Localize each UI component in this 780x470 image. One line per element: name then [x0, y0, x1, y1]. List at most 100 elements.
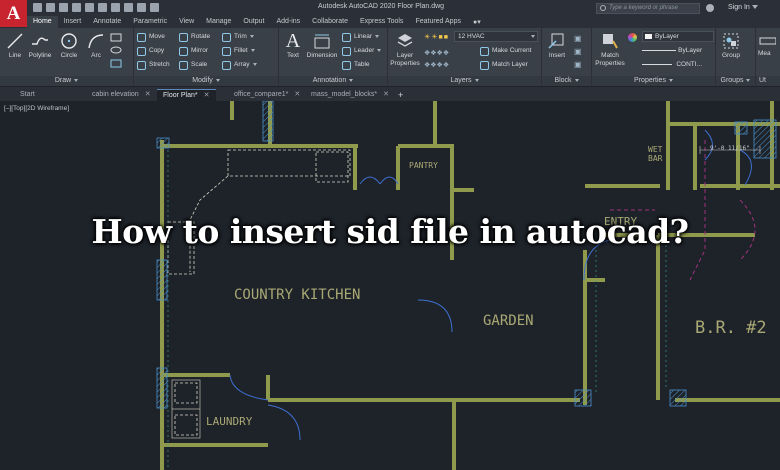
modify-panel-title[interactable]: Modify: [134, 76, 278, 86]
file-tab-office-compare[interactable]: office_compare1* ✕: [228, 89, 306, 101]
annotation-panel-title[interactable]: Annotation: [279, 76, 387, 86]
open-file-icon[interactable]: [46, 3, 55, 12]
file-tab-bar: Start cabin elevation ✕ Floor Plan* ✕ offi…: [0, 87, 780, 101]
save-icon[interactable]: [59, 3, 68, 12]
block-tools-icons[interactable]: ▣ ▣ ▣: [574, 32, 582, 71]
draw-panel: Line Polyline Circle Arc Draw: [0, 28, 134, 86]
close-icon[interactable]: ✕: [204, 92, 210, 99]
dimension-button[interactable]: Dimension: [306, 32, 338, 60]
make-current-button[interactable]: Make Current: [480, 45, 531, 57]
new-file-icon[interactable]: [33, 3, 42, 12]
linetype-dropdown[interactable]: CONTI...: [642, 59, 714, 70]
layer-properties-button[interactable]: Layer Properties: [390, 32, 420, 68]
chevron-down-icon[interactable]: [752, 5, 758, 9]
measure-label: Mea: [758, 50, 771, 57]
file-tab-cabin-elevation[interactable]: cabin elevation ✕: [86, 89, 157, 101]
sign-in-button[interactable]: Sign In: [728, 4, 750, 11]
close-icon[interactable]: ✕: [145, 91, 151, 98]
layer-dropdown[interactable]: 12 HVAC: [454, 31, 538, 42]
utilities-panel-title[interactable]: Ut: [756, 76, 780, 86]
layers-panel-title[interactable]: Layers: [388, 76, 541, 86]
rotate-button[interactable]: Rotate: [179, 31, 210, 43]
lineweight-dropdown[interactable]: ByLayer: [642, 45, 714, 56]
tab-home[interactable]: Home: [27, 16, 58, 28]
scale-button[interactable]: Scale: [179, 59, 207, 71]
draw-small-tools-icons[interactable]: [109, 32, 131, 72]
fillet-button[interactable]: Fillet: [222, 45, 255, 57]
match-properties-label: Match Properties: [595, 52, 625, 67]
groups-panel: Group Groups: [716, 28, 756, 86]
match-layer-button[interactable]: Match Layer: [480, 59, 528, 71]
plot-icon[interactable]: [85, 3, 94, 12]
stretch-button[interactable]: Stretch: [137, 59, 170, 71]
trim-button[interactable]: Trim: [222, 31, 254, 43]
user-icon[interactable]: [706, 4, 714, 12]
drawing-canvas[interactable]: PANTRY WET BAR 9'-0 11/16" ENTRY COUNTRY…: [0, 101, 780, 470]
undo-icon[interactable]: [111, 3, 120, 12]
make-current-icon: [480, 47, 489, 56]
match-properties-button[interactable]: Match Properties: [594, 32, 626, 68]
tab-express-tools[interactable]: Express Tools: [354, 16, 409, 28]
layer-state-icons[interactable]: ☀☀■■: [424, 33, 449, 41]
layer-properties-label: Layer Properties: [390, 52, 420, 67]
linear-button[interactable]: Linear: [342, 31, 380, 43]
print-icon[interactable]: [98, 3, 107, 12]
insert-block-icon: [548, 33, 564, 49]
table-icon: [342, 61, 351, 70]
color-wheel-icon: [628, 33, 637, 42]
room-label-garden: GARDEN: [483, 313, 534, 329]
ribbon: Line Polyline Circle Arc Draw Move Rotat…: [0, 28, 780, 86]
layer-tools-icons[interactable]: ❖❖❖❖ ❖❖❖❖: [424, 48, 449, 72]
share-icon[interactable]: [137, 3, 146, 12]
groups-panel-title[interactable]: Groups: [716, 76, 755, 86]
group-button[interactable]: Group: [718, 32, 744, 60]
viewport-controls[interactable]: [–][Top][2D Wireframe]: [4, 105, 69, 112]
draw-panel-title[interactable]: Draw: [0, 76, 133, 86]
copy-icon: [137, 47, 146, 56]
file-tab-mass-model-blocks[interactable]: mass_model_blocks* ✕: [305, 89, 395, 101]
leader-button[interactable]: Leader: [342, 45, 382, 57]
trim-icon: [222, 33, 231, 42]
match-layer-icon: [480, 61, 489, 70]
file-tab-floor-plan[interactable]: Floor Plan* ✕: [157, 89, 216, 101]
tab-view[interactable]: View: [173, 16, 200, 28]
tab-featured-apps[interactable]: Featured Apps: [409, 16, 467, 28]
block-panel-title[interactable]: Block: [542, 76, 591, 86]
tab-add-ins[interactable]: Add-ins: [270, 16, 306, 28]
insert-block-button[interactable]: Insert: [544, 32, 570, 60]
line-button[interactable]: Line: [2, 32, 28, 60]
copy-button[interactable]: Copy: [137, 45, 164, 57]
move-button[interactable]: Move: [137, 31, 165, 43]
close-icon[interactable]: ✕: [294, 91, 300, 98]
arc-button[interactable]: Arc: [83, 32, 109, 60]
polyline-label: Polyline: [28, 52, 52, 59]
tab-collaborate[interactable]: Collaborate: [306, 16, 354, 28]
properties-panel-title[interactable]: Properties: [592, 76, 715, 86]
move-icon: [137, 33, 146, 42]
line-label: Line: [8, 52, 22, 59]
redo-icon[interactable]: [124, 3, 133, 12]
customize-qat-icon[interactable]: [150, 3, 159, 12]
measure-button[interactable]: Mea: [758, 32, 780, 58]
polyline-button[interactable]: Polyline: [27, 32, 53, 60]
tab-parametric[interactable]: Parametric: [127, 16, 173, 28]
text-button[interactable]: A Text: [280, 31, 306, 60]
new-tab-button[interactable]: +: [392, 89, 409, 101]
close-icon[interactable]: ✕: [383, 91, 389, 98]
leader-icon: [342, 47, 351, 56]
circle-button[interactable]: Circle: [56, 32, 82, 60]
app-menu-logo[interactable]: A: [0, 0, 27, 27]
tab-insert[interactable]: Insert: [58, 16, 88, 28]
search-input[interactable]: Type a keyword or phrase: [596, 3, 700, 14]
color-dropdown[interactable]: ByLayer: [642, 31, 714, 42]
tab-annotate[interactable]: Annotate: [87, 16, 127, 28]
table-button[interactable]: Table: [342, 59, 370, 71]
tab-output[interactable]: Output: [237, 16, 270, 28]
save-as-icon[interactable]: [72, 3, 81, 12]
walls: [160, 101, 780, 470]
mirror-button[interactable]: Mirror: [179, 45, 208, 57]
file-tab-start[interactable]: Start: [14, 89, 41, 101]
tab-manage[interactable]: Manage: [200, 16, 237, 28]
array-button[interactable]: Array: [222, 59, 257, 71]
ribbon-toggle-icon[interactable]: ●▾: [467, 16, 487, 28]
